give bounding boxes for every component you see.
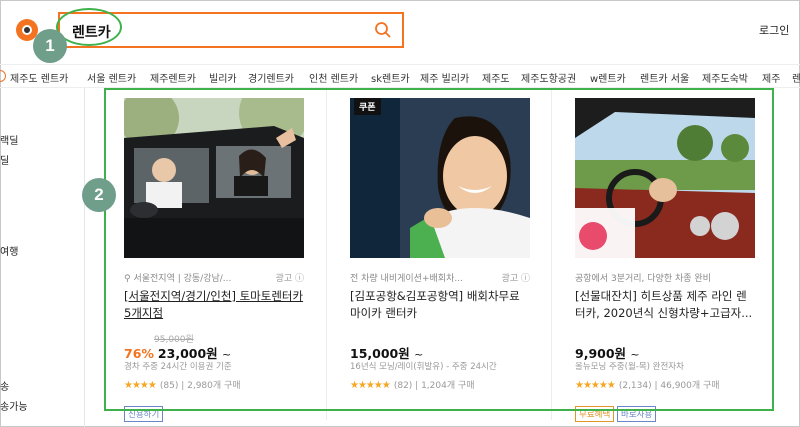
keyword-link[interactable]: 제주도숙박 bbox=[702, 70, 748, 85]
keyword-link[interactable]: 서울 렌트카 bbox=[87, 70, 136, 85]
sidebar-item[interactable]: 송 bbox=[0, 378, 9, 393]
sidebar-divider bbox=[84, 88, 85, 427]
sidebar-item[interactable]: 송가능 bbox=[0, 398, 28, 413]
keyword-link[interactable]: 제주도 렌트카 bbox=[10, 70, 68, 85]
keyword-link[interactable]: 제주 bbox=[762, 70, 780, 85]
keyword-link[interactable]: 빌리카 bbox=[209, 70, 237, 85]
keyword-link[interactable]: sk렌트카 bbox=[371, 70, 410, 85]
highlight-frame bbox=[104, 88, 774, 411]
search-icon[interactable] bbox=[374, 21, 392, 39]
sidebar-item[interactable]: 랙딜 bbox=[0, 132, 18, 147]
login-link[interactable]: 로그인 bbox=[759, 22, 789, 38]
step-badge-2: 2 bbox=[82, 178, 116, 212]
keyword-link[interactable]: 경기렌트카 bbox=[248, 70, 294, 85]
keyword-link[interactable]: 제주 빌리카 bbox=[420, 70, 469, 85]
related-keywords-bar: 제주도 렌트카 서울 렌트카 제주렌트카 빌리카 경기렌트카 인천 렌트카 sk… bbox=[0, 64, 800, 88]
keyword-link[interactable]: 렌트카 서울 bbox=[640, 70, 689, 85]
keyword-link[interactable]: 제주렌트카 bbox=[150, 70, 196, 85]
keyword-link[interactable]: 인천 렌트카 bbox=[309, 70, 358, 85]
sidebar-item[interactable]: 여행 bbox=[0, 243, 18, 258]
sidebar-item[interactable]: 딜 bbox=[0, 152, 9, 167]
keyword-link[interactable]: w렌트카 bbox=[590, 70, 626, 85]
step-badge-1: 1 bbox=[33, 29, 67, 63]
keyword-link[interactable]: 렌 bbox=[792, 70, 800, 85]
keyword-link[interactable]: 제주도 bbox=[482, 70, 510, 85]
keyword-link[interactable]: 제주도항공권 bbox=[521, 70, 576, 85]
keyword-icon bbox=[0, 70, 6, 82]
